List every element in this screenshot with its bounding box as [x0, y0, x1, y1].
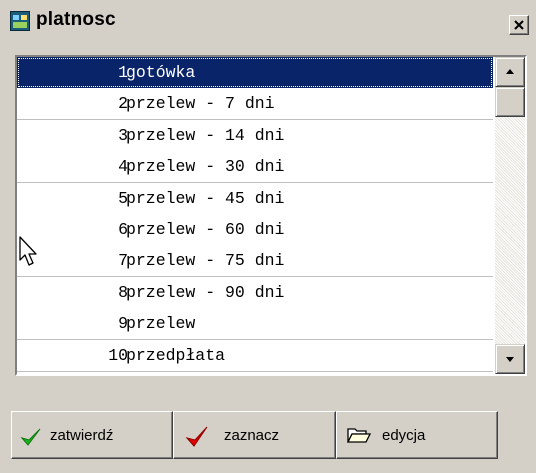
- arrow-down-icon: [506, 357, 514, 362]
- list-item-name: przedpłata: [126, 345, 226, 365]
- mark-button[interactable]: zaznacz: [173, 411, 336, 459]
- green-checkmark-icon: [20, 428, 41, 446]
- close-button[interactable]: [509, 15, 529, 35]
- focus-rectangle: [18, 58, 492, 87]
- scroll-thumb[interactable]: [495, 87, 525, 117]
- scroll-up-button[interactable]: [495, 57, 525, 87]
- list-item[interactable]: 5 przelew - 45 dni: [17, 182, 493, 215]
- vertical-scrollbar[interactable]: [495, 57, 525, 374]
- edit-button[interactable]: edycja: [336, 411, 498, 459]
- app-icon: [10, 11, 30, 31]
- list-item-name: przelew - 30 dni: [126, 157, 285, 177]
- close-icon: [514, 20, 524, 30]
- list-item[interactable]: 3 przelew - 14 dni: [17, 119, 493, 152]
- title-bar[interactable]: platnosc: [0, 0, 536, 40]
- list-item[interactable]: 6 przelew - 60 dni: [17, 214, 493, 246]
- list-item[interactable]: 2 przelew - 7 dni: [17, 88, 493, 121]
- list-item-name: przelew - 7 dni: [126, 94, 275, 114]
- arrow-up-icon: [506, 69, 514, 74]
- mouse-cursor-icon: [19, 236, 37, 266]
- list-item[interactable]: 7 przelew - 75 dni: [17, 245, 493, 278]
- list-item-name: przelew - 45 dni: [126, 188, 285, 208]
- list-item-name: gotówka: [126, 63, 196, 82]
- list-item-name: przelew - 14 dni: [126, 125, 285, 145]
- list-item-name: przelew: [126, 314, 196, 334]
- scroll-down-button[interactable]: [495, 344, 525, 374]
- payment-list[interactable]: 1 gotówka 2 przelew - 7 dni 3 przelew - 14 dn…: [15, 55, 527, 376]
- list-item[interactable]: 10 przedpłata: [17, 339, 493, 372]
- list-item[interactable]: 9 przelew: [17, 308, 493, 341]
- confirm-button-label: zatwierdź: [50, 427, 114, 444]
- list-item-name: przelew - 90 dni: [126, 282, 285, 302]
- open-folder-icon: [347, 428, 371, 443]
- red-checkmark-icon: [185, 426, 208, 447]
- mark-button-label: zaznacz: [224, 427, 280, 444]
- confirm-button[interactable]: zatwierdź: [11, 411, 173, 459]
- window-title: platnosc: [36, 9, 116, 30]
- list-item[interactable]: 8 przelew - 90 dni: [17, 276, 493, 309]
- list-item[interactable]: 1 gotówka: [17, 57, 493, 89]
- list-item-name: przelew - 75 dni: [126, 251, 285, 271]
- edit-button-label: edycja: [382, 427, 426, 444]
- list-item[interactable]: 4 przelew - 30 dni: [17, 151, 493, 184]
- list-item-name: przelew - 60 dni: [126, 220, 285, 239]
